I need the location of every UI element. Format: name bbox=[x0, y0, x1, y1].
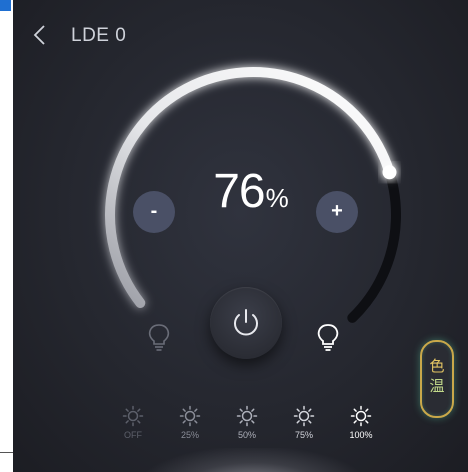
increase-button[interactable]: + bbox=[316, 191, 358, 233]
color-temp-label-2: 温 bbox=[429, 377, 445, 395]
sun-icon bbox=[179, 405, 201, 427]
color-temperature-button[interactable]: 色 温 bbox=[420, 340, 454, 418]
preset-label: 50% bbox=[237, 430, 256, 440]
light-control-panel: LDE 0 76% - + 色 温 OFF 25% 50% 75% 100% bbox=[13, 0, 468, 472]
power-icon bbox=[234, 309, 258, 336]
brightness-value: 76 bbox=[213, 165, 265, 218]
preset-50[interactable]: 50% bbox=[222, 405, 272, 440]
sun-icon bbox=[236, 405, 258, 427]
preset-75[interactable]: 75% bbox=[279, 405, 329, 440]
sun-icon bbox=[122, 405, 144, 427]
page: LDE 0 76% - + 色 温 OFF 25% 50% 75% 100% bbox=[0, 0, 468, 472]
preset-100[interactable]: 100% bbox=[336, 405, 386, 440]
preset-off[interactable]: OFF bbox=[108, 405, 158, 440]
preset-label: 25% bbox=[180, 430, 199, 440]
edge-divider bbox=[0, 452, 13, 453]
brightness-dial[interactable] bbox=[13, 0, 468, 472]
sun-icon bbox=[350, 405, 372, 427]
power-button[interactable] bbox=[210, 287, 282, 359]
dial-knob[interactable] bbox=[382, 165, 397, 180]
preset-levels: OFF 25% 50% 75% 100% bbox=[108, 405, 408, 455]
brightness-unit: % bbox=[265, 183, 289, 213]
decrease-button[interactable]: - bbox=[133, 191, 175, 233]
window-corner-marker bbox=[0, 0, 11, 11]
preset-label: OFF bbox=[124, 430, 142, 440]
bulb-bright-icon bbox=[315, 322, 341, 352]
sun-icon bbox=[293, 405, 315, 427]
preset-label: 100% bbox=[349, 430, 373, 440]
bulb-dim-icon bbox=[146, 322, 172, 352]
preset-label: 75% bbox=[294, 430, 313, 440]
brightness-readout: 76% bbox=[191, 164, 311, 228]
preset-25[interactable]: 25% bbox=[165, 405, 215, 440]
color-temp-label-1: 色 bbox=[429, 357, 445, 375]
